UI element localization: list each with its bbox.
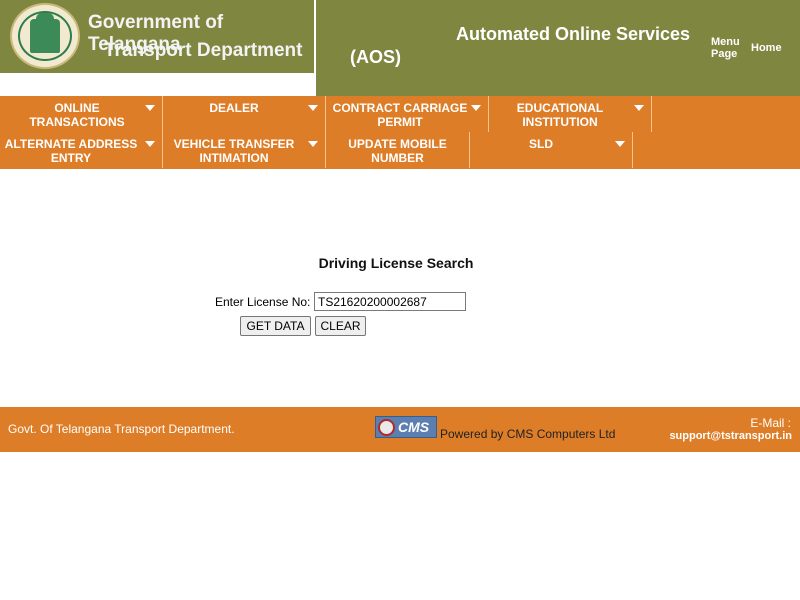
email-label: E-Mail : xyxy=(750,416,791,430)
nav-label: SLD xyxy=(529,137,553,151)
menu-page-link[interactable]: Menu Page xyxy=(711,36,747,60)
clear-button[interactable]: CLEAR xyxy=(315,316,366,336)
nav-label: ALTERNATE ADDRESS ENTRY xyxy=(4,137,138,165)
nav-sld[interactable]: SLD xyxy=(470,132,632,168)
nav-alternate-address-entry[interactable]: ALTERNATE ADDRESS ENTRY xyxy=(0,132,162,168)
license-number-label: Enter License No: xyxy=(215,295,311,309)
header: Government of Telangana Transport Depart… xyxy=(0,0,800,96)
telangana-seal-logo xyxy=(10,3,80,69)
dropdown-arrow-icon xyxy=(615,141,625,147)
app-title: Automated Online Services xyxy=(456,24,691,44)
dropdown-arrow-icon xyxy=(308,105,318,111)
nav-label: DEALER xyxy=(209,101,259,115)
dropdown-arrow-icon xyxy=(308,141,318,147)
nav-dealer[interactable]: DEALER xyxy=(163,96,325,132)
main-nav: ONLINE TRANSACTIONS DEALER CONTRACT CARR… xyxy=(0,96,800,169)
home-link[interactable]: Home xyxy=(751,42,782,54)
dropdown-arrow-icon xyxy=(634,105,644,111)
nav-update-mobile-number[interactable]: UPDATE MOBILE NUMBER xyxy=(326,132,469,168)
nav-separator xyxy=(651,96,652,132)
footer: Govt. Of Telangana Transport Department.… xyxy=(0,407,800,452)
nav-vehicle-transfer-intimation[interactable]: VEHICLE TRANSFER INTIMATION xyxy=(163,132,325,168)
nav-label: UPDATE MOBILE NUMBER xyxy=(348,137,447,165)
nav-label: EDUCATIONAL INSTITUTION xyxy=(516,101,604,129)
footer-copyright: Govt. Of Telangana Transport Department. xyxy=(8,422,235,436)
dropdown-arrow-icon xyxy=(145,141,155,147)
nav-label: CONTRACT CARRIAGE PERMIT xyxy=(332,101,468,129)
nav-separator xyxy=(632,132,633,168)
cms-logo: CMS xyxy=(375,416,437,438)
support-email: support@tstransport.in xyxy=(669,430,792,442)
nav-label: VEHICLE TRANSFER INTIMATION xyxy=(173,137,295,165)
cms-logo-mark-icon xyxy=(378,419,395,436)
license-number-input[interactable] xyxy=(314,292,466,311)
dropdown-arrow-icon xyxy=(471,105,481,111)
cms-logo-text: CMS xyxy=(398,419,430,435)
nav-contract-carriage-permit[interactable]: CONTRACT CARRIAGE PERMIT xyxy=(326,96,488,132)
nav-label: ONLINE TRANSACTIONS xyxy=(29,101,125,129)
get-data-button[interactable]: GET DATA xyxy=(240,316,311,336)
dept-name: Transport Department xyxy=(104,40,303,61)
header-banner: Automated Online Services (AOS) Menu Pag… xyxy=(316,0,800,96)
dropdown-arrow-icon xyxy=(145,105,155,111)
nav-educational-institution[interactable]: EDUCATIONAL INSTITUTION xyxy=(489,96,651,132)
nav-online-transactions[interactable]: ONLINE TRANSACTIONS xyxy=(0,96,162,132)
header-divider xyxy=(314,0,315,96)
page-title: Driving License Search xyxy=(318,255,474,271)
powered-by-text: Powered by CMS Computers Ltd xyxy=(440,427,616,441)
logo-block: Government of Telangana Transport Depart… xyxy=(0,0,315,73)
app-abbreviation: (AOS) xyxy=(350,47,401,67)
